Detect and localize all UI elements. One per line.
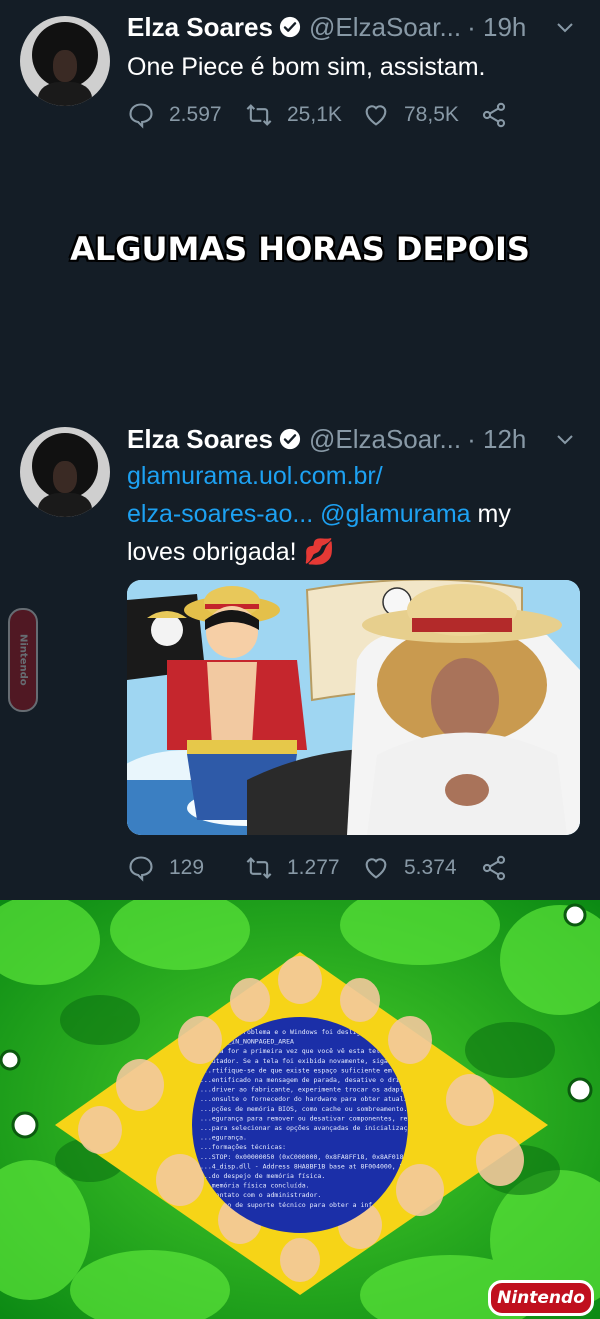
retweet-count: 1.277 [287,856,340,879]
tweet-text: glamurama.uol.com.br/ elza-soares-ao... … [127,457,587,571]
reply-icon [129,103,153,129]
tweet-link[interactable]: glamurama.uol.com.br/ [127,462,383,490]
nintendo-watermark-corner: Nintendo [488,1280,594,1316]
tweet-text-part: my [470,500,511,528]
nintendo-watermark-side: Nintendo [8,608,38,712]
retweet-button[interactable]: 25,1K [245,101,362,129]
display-name[interactable]: Elza Soares [127,424,273,455]
retweet-icon [246,857,272,879]
timestamp[interactable]: · 19h [467,12,526,43]
meme-caption: ALGUMAS HORAS DEPOIS [70,230,530,268]
share-button[interactable] [480,101,522,129]
like-button[interactable]: 78,5K [362,101,480,129]
share-icon [482,855,506,881]
reply-button[interactable]: 129 [127,854,245,882]
avatar[interactable] [20,16,110,106]
chevron-down-icon[interactable] [555,17,575,37]
verified-badge-icon [279,16,301,38]
tweet-text: One Piece é bom sim, assistam. [127,53,486,81]
verified-badge-icon [279,428,301,450]
watermark-text: Nintendo [17,634,29,686]
tweet-media-image[interactable] [127,580,580,835]
share-button[interactable] [480,854,522,882]
user-handle[interactable]: @ElzaSoar... [309,12,461,43]
like-button[interactable]: 5.374 [362,854,480,882]
display-name[interactable]: Elza Soares [127,12,273,43]
meme-image-brazil-flag: ...ado um problema e o Windows foi desli… [0,900,600,1319]
share-icon [482,102,506,128]
reply-button[interactable]: 2.597 [127,101,245,129]
bsod-text-line: ...memória física concluída. [200,1182,310,1190]
watermark-text: Nintendo [497,1288,585,1308]
tweet-link-continued[interactable]: elza-soares-ao... [127,500,313,528]
mention-link[interactable]: @glamurama [320,500,470,528]
tweet-header: Elza Soares @ElzaSoar... · 19h [127,10,526,44]
like-count: 78,5K [404,103,459,126]
heart-icon [365,105,387,126]
tweet-header: Elza Soares @ElzaSoar... · 12h [127,422,526,456]
retweet-button[interactable]: 1.277 [245,854,362,882]
user-handle[interactable]: @ElzaSoar... [309,424,461,455]
bsod-text-line: ...egurança. [200,1134,247,1142]
media-illustration [127,580,580,835]
reply-icon [129,856,153,882]
retweet-count: 25,1K [287,103,342,126]
bsod-text-line: ...formações técnicas: [200,1143,286,1151]
bsod-text-line: ...do despejo de memória física. [200,1172,325,1180]
reply-count: 2.597 [169,103,222,126]
brazil-flag-illustration: ...ado um problema e o Windows foi desli… [0,900,600,1319]
tweet-1[interactable]: Elza Soares @ElzaSoar... · 19h One Piece… [0,0,600,160]
retweet-icon [246,104,272,126]
tweet-actions: 129 1.277 5.374 [127,853,522,883]
avatar[interactable] [20,427,110,517]
chevron-down-icon[interactable] [555,429,575,449]
like-count: 5.374 [404,856,457,879]
tweet-text-line: loves obrigada! 💋 [127,538,335,566]
reply-count: 129 [169,856,205,879]
timestamp[interactable]: · 12h [467,424,526,455]
tweet-actions: 2.597 25,1K 78,5K [127,100,522,130]
heart-icon [365,858,387,879]
